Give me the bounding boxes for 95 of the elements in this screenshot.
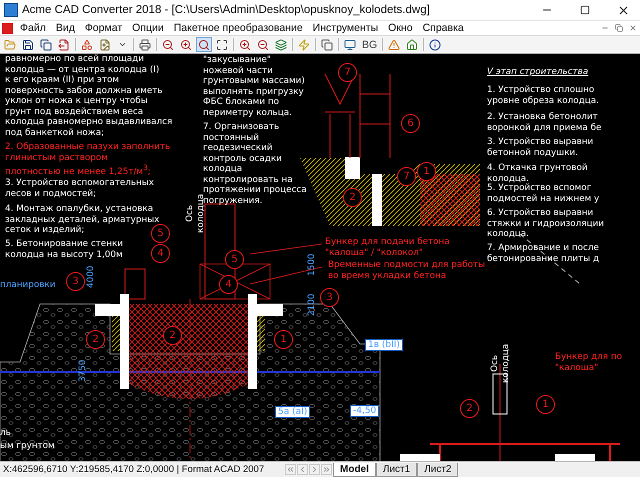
zoom-in-icon	[239, 38, 251, 50]
menu-item[interactable]: Формат	[80, 22, 128, 34]
callout-number: 7	[338, 63, 357, 82]
zoom-out-button[interactable]	[255, 37, 271, 52]
drawing-note: Бункер для подачи бетона "калоша" / "колокол"	[325, 237, 450, 258]
callout-number: 3	[320, 288, 339, 307]
menu-item[interactable]: Пакетное преобразование	[168, 22, 308, 34]
sheet-tab[interactable]: Model	[333, 462, 376, 476]
callout-number: 1	[417, 162, 436, 181]
drawing-note: 2. Установка бетонолит воронкой для приема бе	[487, 112, 602, 133]
menu-item[interactable]: Опции	[127, 22, 169, 34]
menu-item[interactable]: Вид	[50, 22, 80, 34]
shapes-button[interactable]	[79, 37, 95, 52]
drawing-note: 6. Устройство выравни стяжки и гидроизоляции колодца.	[487, 208, 604, 240]
copy-icon	[40, 38, 52, 50]
zoom-in-icon	[180, 38, 192, 50]
copy-icon	[321, 38, 333, 50]
image-icon	[99, 38, 111, 50]
callout-number: 3	[66, 272, 85, 291]
drawing-note: 5. Устройство вспомог подмостей на нижнем у	[487, 183, 600, 204]
background-button[interactable]: BG	[360, 37, 380, 52]
home-icon	[406, 38, 418, 50]
last-sheet-icon[interactable]	[321, 464, 332, 475]
callout-number: 2	[460, 399, 479, 418]
elevation-tag: -4,50	[350, 405, 380, 417]
zoom-in-button[interactable]	[178, 37, 194, 52]
caret-icon	[118, 40, 127, 49]
zoom-out-icon	[257, 38, 269, 50]
drawing-note: "закусывание" ножевой части грунтовыми массами) выполнять пригрузку ФБС блоками по периметру кольца.	[203, 55, 305, 118]
maximize-icon	[580, 5, 590, 15]
window-title: Acme CAD Converter 2018 - [C:\Users\Admin\Desktop\opusknoy_kolodets.dwg]	[22, 4, 431, 16]
bolt-icon	[298, 38, 310, 50]
drawing-note: 3. Устройство вспомогательных лесов и подмостей;	[5, 178, 154, 199]
monitor-icon	[344, 38, 356, 50]
dimension-label: 2100	[307, 294, 318, 316]
drawing-note: равномерно по всей площади колодца — от центра колодца (I) к его краям (II) при этом поверхность забоя должна иметь уклон от ножа к центру чтобы грунт под воздействием веса колодца равномерно выдавливался под банкеткой ножа;	[5, 54, 172, 138]
drawing-note: 7. Армирование и после бетонирование плиты д	[487, 243, 600, 264]
sheet-tab[interactable]: Лист2	[417, 462, 458, 476]
info-icon	[429, 38, 442, 50]
menu-item[interactable]: Справка	[418, 22, 469, 34]
drawing-note: планировки	[0, 280, 56, 290]
print-button[interactable]	[137, 37, 153, 52]
warning-icon	[388, 38, 400, 50]
drawing-note: Бункер для по "калоша"	[555, 352, 622, 373]
dimension-label: 4000	[86, 266, 96, 288]
callout-number: 6	[401, 114, 420, 133]
callout-number: 5	[151, 224, 170, 243]
drawing-note: 1. Устройство сплошно уровне обреза колодца.	[487, 85, 599, 106]
sheet-tab[interactable]: Лист1	[376, 462, 418, 476]
drawing-note: 5. Бетонирование стенки колодца на высоту 1,00м	[5, 239, 123, 260]
maximize-button[interactable]	[214, 37, 230, 52]
maximize-icon	[216, 38, 228, 50]
copy-button[interactable]	[38, 37, 54, 52]
drawing-note: ым грунтом	[0, 441, 55, 452]
callout-number: 4	[219, 275, 238, 294]
elevation-tag: 1в (bII)	[365, 339, 403, 351]
search-icon	[198, 38, 210, 50]
search-button[interactable]	[196, 37, 212, 52]
drawing-note: 2. Образованные пазухи заполнить глинистым раствором плотностью не менее 1,25т/м$^{3}$;	[5, 142, 170, 178]
print-icon	[139, 38, 151, 50]
drawing-note: 7. Организовать постоянный геодезический контроль осадки колодца контролировать на протяжении процесса погружения.	[203, 122, 307, 206]
drawing-note: 4. Откачка грунтовой колодца.	[487, 163, 588, 184]
save-button[interactable]	[20, 37, 36, 52]
menu-item[interactable]: Файл	[15, 22, 51, 34]
folder-icon	[4, 38, 16, 50]
drawing-note: Временные подмости для работы во время укладки бетона	[328, 260, 486, 281]
zoom-out-icon	[162, 38, 174, 50]
monitor-button[interactable]	[342, 37, 358, 52]
axis-label: Ось колодца	[185, 194, 206, 233]
save-icon	[22, 38, 34, 50]
coordinates-text: X:462596,6710 Y:219585,4170 Z:0,0000 | Format ACAD 2007	[3, 464, 266, 475]
layers-icon	[275, 38, 287, 50]
dimension-label: 3750	[78, 360, 88, 382]
section-heading: V этап строительства	[487, 67, 588, 78]
export-icon	[58, 38, 70, 50]
menu-item[interactable]: Окно	[383, 22, 418, 34]
menu-item[interactable]: Инструменты	[308, 22, 384, 34]
drawing-note: ль	[0, 428, 11, 438]
close-icon	[616, 4, 630, 16]
shapes-icon	[81, 38, 93, 50]
copy-button[interactable]	[319, 37, 335, 52]
elevation-tag: 5а (aI)	[275, 406, 310, 418]
warning-button[interactable]	[386, 37, 402, 52]
app-logo-icon	[2, 22, 13, 34]
callout-number: 4	[151, 244, 170, 263]
callout-number: 5	[225, 250, 244, 269]
zoom-out-button[interactable]	[160, 37, 176, 52]
first-sheet-icon[interactable]	[285, 464, 296, 475]
zoom-in-button[interactable]	[237, 37, 253, 52]
drawing-note: 3. Устройство выравни бетонной подушки.	[487, 137, 594, 158]
layers-button[interactable]	[273, 37, 289, 52]
callout-number: 1	[536, 395, 555, 414]
dimension-label: 1500	[307, 254, 318, 276]
info-button[interactable]	[427, 37, 444, 52]
app-icon	[4, 3, 18, 17]
